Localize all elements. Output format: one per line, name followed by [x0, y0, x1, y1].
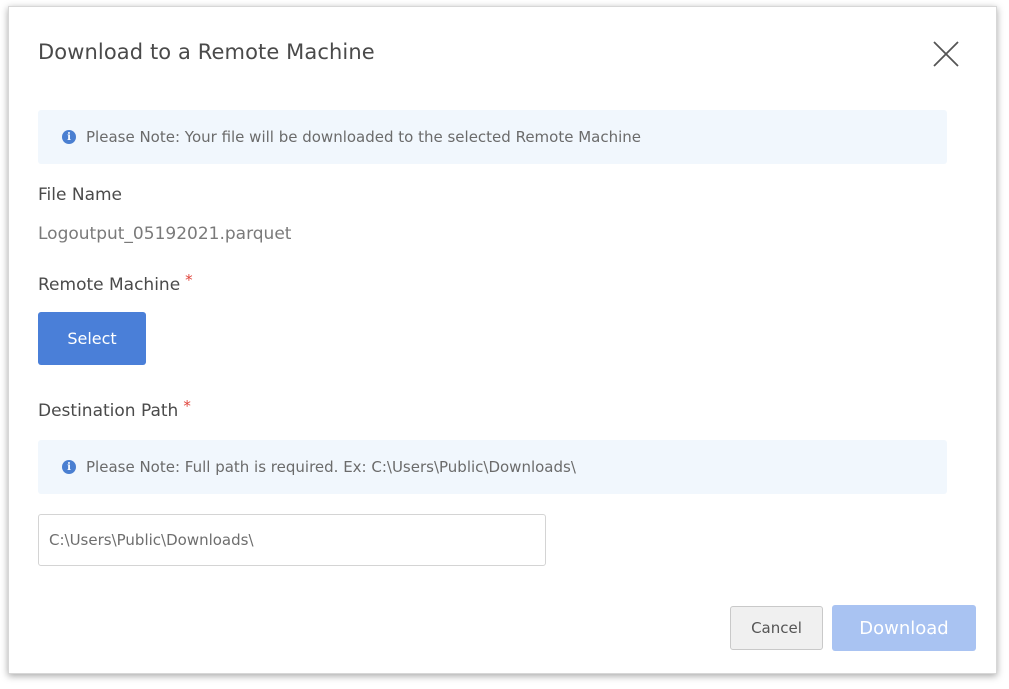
file-name-label: File Name: [38, 185, 122, 205]
info-icon: i: [62, 460, 76, 474]
path-note-text: Please Note: Full path is required. Ex: …: [86, 458, 576, 476]
required-mark: *: [183, 397, 191, 415]
info-icon: i: [62, 130, 76, 144]
remote-machine-label-text: Remote Machine: [38, 275, 181, 295]
destination-path-label: Destination Path *: [38, 397, 191, 421]
required-mark: *: [185, 271, 193, 289]
cancel-button[interactable]: Cancel: [730, 606, 823, 650]
download-dialog: Download to a Remote Machine i Please No…: [8, 6, 997, 674]
file-name-value: Logoutput_05192021.parquet: [38, 224, 292, 244]
download-note: i Please Note: Your file will be downloa…: [38, 110, 947, 164]
destination-path-label-text: Destination Path: [38, 401, 179, 421]
file-name-label-text: File Name: [38, 185, 123, 205]
close-icon[interactable]: [931, 39, 961, 69]
select-remote-machine-button[interactable]: Select: [38, 312, 146, 365]
download-button[interactable]: Download: [832, 605, 976, 651]
destination-path-input[interactable]: [38, 514, 546, 566]
path-note: i Please Note: Full path is required. Ex…: [38, 440, 947, 494]
download-note-text: Please Note: Your file will be downloade…: [86, 128, 642, 146]
dialog-title: Download to a Remote Machine: [38, 40, 375, 64]
remote-machine-label: Remote Machine *: [38, 271, 193, 295]
